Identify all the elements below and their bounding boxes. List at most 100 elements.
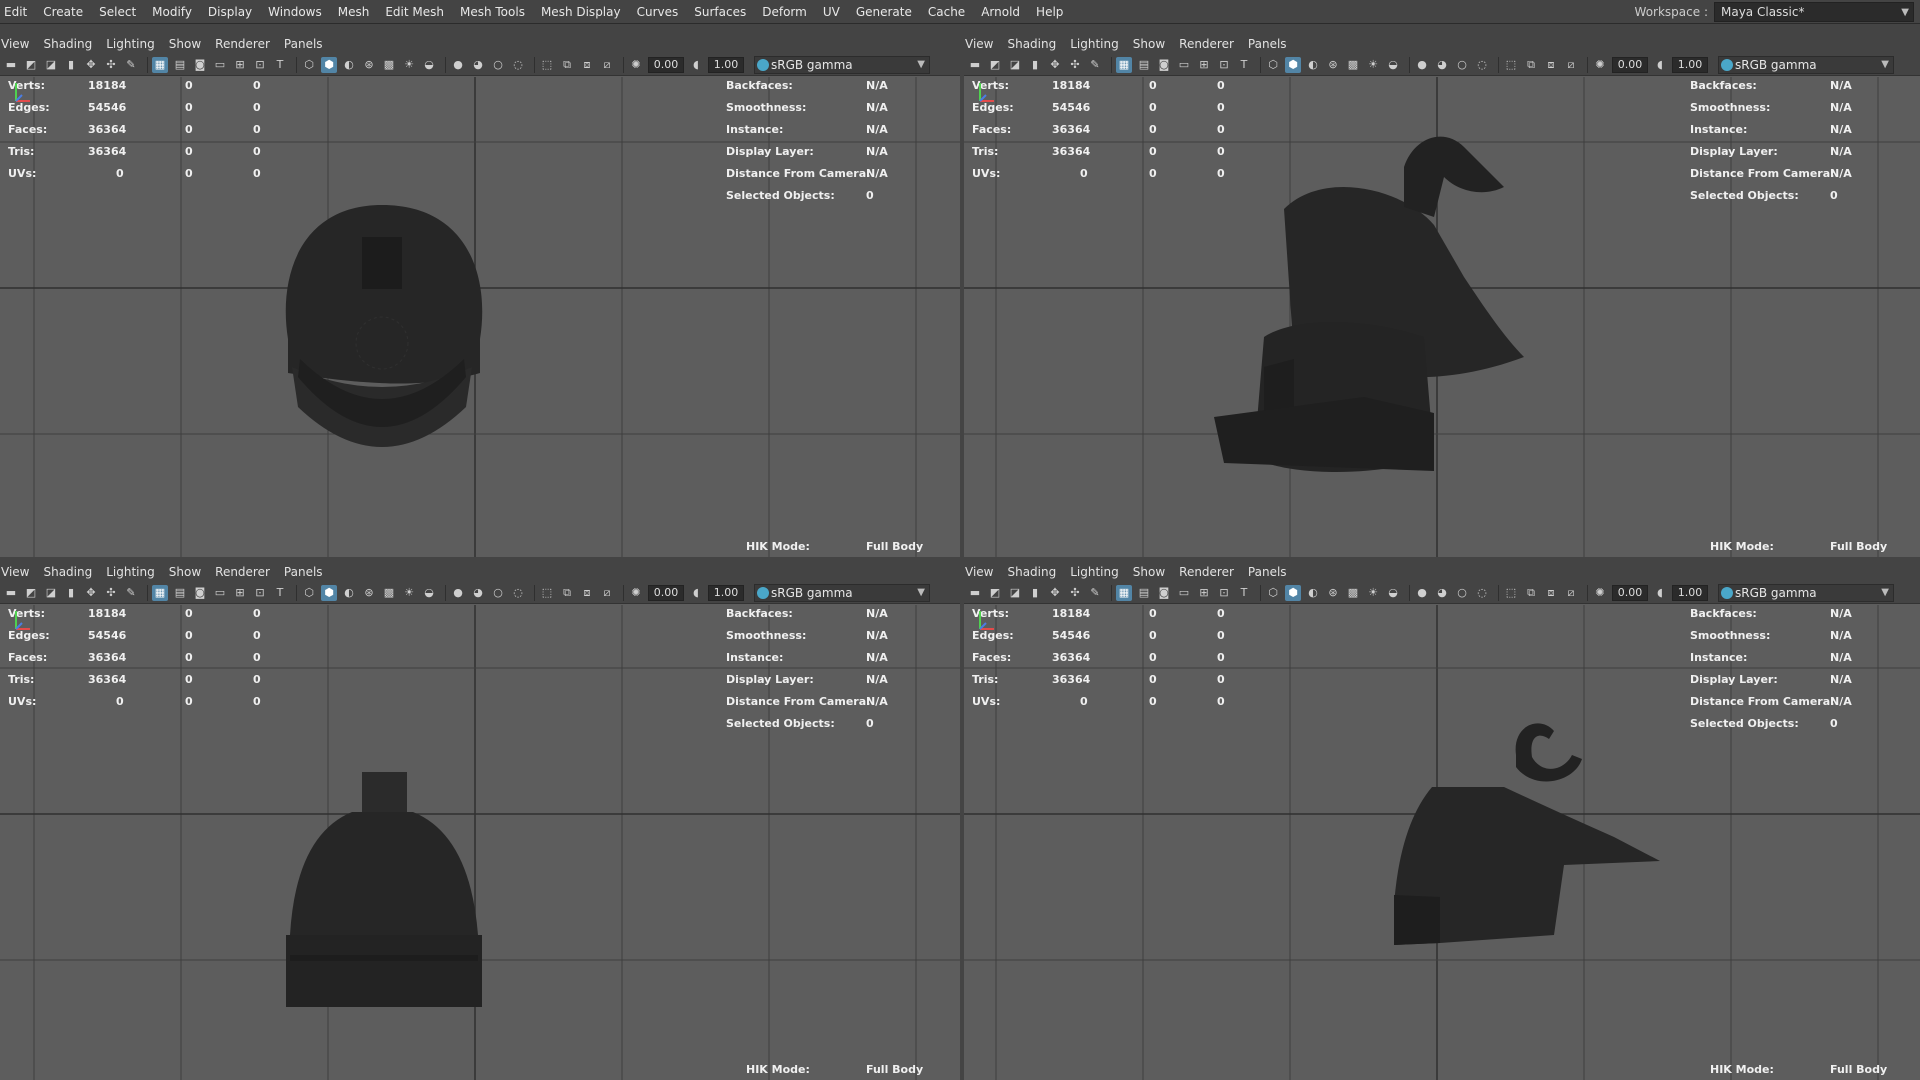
exposure-icon[interactable]: ✺ xyxy=(1592,585,1608,601)
wireframe-icon[interactable]: ⬡ xyxy=(301,57,317,73)
smooth-shade-icon[interactable]: ⬢ xyxy=(321,584,337,601)
safe-action-icon[interactable]: ⊡ xyxy=(1216,585,1232,601)
menu-deform[interactable]: Deform xyxy=(754,5,815,19)
panel-menu-view[interactable]: View xyxy=(964,37,1000,51)
lights-icon[interactable]: ☀ xyxy=(401,57,417,73)
menu-curves[interactable]: Curves xyxy=(629,5,687,19)
ambient-occlusion-icon[interactable]: ● xyxy=(1414,585,1430,601)
panel-menu-panels[interactable]: Panels xyxy=(277,37,330,51)
panel-menu-view[interactable]: View xyxy=(0,37,36,51)
panel-menu-lighting[interactable]: Lighting xyxy=(1063,565,1126,579)
panel-menu-lighting[interactable]: Lighting xyxy=(99,565,162,579)
grease-pencil-icon[interactable]: ✎ xyxy=(123,57,139,73)
default-material-icon[interactable]: ◐ xyxy=(341,57,357,73)
grease-pencil-icon[interactable]: ✎ xyxy=(1087,57,1103,73)
wireframe-on-shaded-icon[interactable]: ⊛ xyxy=(1325,585,1341,601)
helmet-mesh[interactable] xyxy=(0,77,960,557)
film-gate-icon[interactable]: ▤ xyxy=(172,57,188,73)
image-plane-icon[interactable]: ✥ xyxy=(83,585,99,601)
menu-cache[interactable]: Cache xyxy=(920,5,973,19)
grid-icon[interactable]: ▦ xyxy=(1116,584,1132,601)
menu-uv[interactable]: UV xyxy=(815,5,848,19)
color-space-dropdown[interactable]: sRGB gamma ▼ xyxy=(1718,583,1894,602)
grease-pencil-icon[interactable]: ✎ xyxy=(1087,585,1103,601)
viewport-perspective[interactable]: View Shading Lighting Show Renderer Pane… xyxy=(964,34,1920,557)
bookmark-camera-icon[interactable]: ◪ xyxy=(1007,57,1023,73)
default-material-icon[interactable]: ◐ xyxy=(1305,57,1321,73)
wireframe-on-shaded-icon[interactable]: ⊛ xyxy=(361,585,377,601)
panel-menu-panels[interactable]: Panels xyxy=(1241,565,1294,579)
xray-active-icon[interactable]: ⧈ xyxy=(579,57,595,73)
menu-windows[interactable]: Windows xyxy=(260,5,330,19)
panel-menu-lighting[interactable]: Lighting xyxy=(99,37,162,51)
camera-attributes-icon[interactable]: ◩ xyxy=(23,585,39,601)
film-gate-icon[interactable]: ▤ xyxy=(172,585,188,601)
field-chart-icon[interactable]: ⊞ xyxy=(232,585,248,601)
safe-title-icon[interactable]: T xyxy=(272,585,288,601)
resolution-gate-icon[interactable]: ◙ xyxy=(1156,585,1172,601)
grease-pencil-icon[interactable]: ✎ xyxy=(123,585,139,601)
depth-of-field-icon[interactable]: ◌ xyxy=(1474,57,1490,73)
textured-icon[interactable]: ▩ xyxy=(1345,57,1361,73)
field-chart-icon[interactable]: ⊞ xyxy=(1196,585,1212,601)
select-camera-icon[interactable]: ▬ xyxy=(967,585,983,601)
anti-aliasing-icon[interactable]: ○ xyxy=(490,585,506,601)
anti-aliasing-icon[interactable]: ○ xyxy=(1454,57,1470,73)
panel-menu-show[interactable]: Show xyxy=(162,565,208,579)
default-material-icon[interactable]: ◐ xyxy=(1305,585,1321,601)
xray-active-icon[interactable]: ⧈ xyxy=(579,585,595,601)
film-gate-icon[interactable]: ▤ xyxy=(1136,585,1152,601)
ambient-occlusion-icon[interactable]: ● xyxy=(450,585,466,601)
gamma-input[interactable]: 1.00 xyxy=(708,56,744,73)
viewport-canvas[interactable]: Verts: 18184 0 0 Edges: 54546 0 0 Faces: 36364 0 0 T… xyxy=(0,605,960,1080)
safe-action-icon[interactable]: ⊡ xyxy=(252,585,268,601)
panel-menu-renderer[interactable]: Renderer xyxy=(1172,565,1241,579)
safe-title-icon[interactable]: T xyxy=(1236,57,1252,73)
safe-title-icon[interactable]: T xyxy=(272,57,288,73)
gamma-icon[interactable]: ◖ xyxy=(1652,585,1668,601)
helmet-shape[interactable] xyxy=(285,205,483,447)
color-space-dropdown[interactable]: sRGB gamma ▼ xyxy=(754,583,930,602)
exposure-input[interactable]: 0.00 xyxy=(1612,584,1648,601)
panel-menu-renderer[interactable]: Renderer xyxy=(1172,37,1241,51)
exposure-icon[interactable]: ✺ xyxy=(628,585,644,601)
bookmark-camera-icon[interactable]: ◪ xyxy=(43,585,59,601)
smooth-shade-icon[interactable]: ⬢ xyxy=(321,56,337,73)
helmet-shape[interactable] xyxy=(1394,723,1660,945)
lights-icon[interactable]: ☀ xyxy=(401,585,417,601)
viewport-front-lower[interactable]: View Shading Lighting Show Renderer Pane… xyxy=(0,562,960,1080)
bookmark-camera-icon[interactable]: ◪ xyxy=(43,57,59,73)
bookmark-icon[interactable]: ▮ xyxy=(1027,57,1043,73)
smooth-shade-icon[interactable]: ⬢ xyxy=(1285,56,1301,73)
2d-pan-zoom-icon[interactable]: ✣ xyxy=(1067,585,1083,601)
menu-mesh-display[interactable]: Mesh Display xyxy=(533,5,629,19)
select-camera-icon[interactable]: ▬ xyxy=(3,585,19,601)
select-camera-icon[interactable]: ▬ xyxy=(967,57,983,73)
xray-active-icon[interactable]: ⧈ xyxy=(1543,57,1559,73)
panel-menu-panels[interactable]: Panels xyxy=(1241,37,1294,51)
viewport-side[interactable]: View Shading Lighting Show Renderer Pane… xyxy=(964,562,1920,1080)
camera-attributes-icon[interactable]: ◩ xyxy=(23,57,39,73)
menu-mesh[interactable]: Mesh xyxy=(330,5,378,19)
panel-menu-renderer[interactable]: Renderer xyxy=(208,565,277,579)
camera-attributes-icon[interactable]: ◩ xyxy=(987,585,1003,601)
isolate-select-icon[interactable]: ⬚ xyxy=(539,57,555,73)
grid-icon[interactable]: ▦ xyxy=(1116,56,1132,73)
gamma-input[interactable]: 1.00 xyxy=(1672,584,1708,601)
viewport-canvas[interactable]: Verts: 18184 0 0 Edges: 54546 0 0 Faces: 36364 0 0 T… xyxy=(0,77,960,557)
workspace-dropdown[interactable]: Maya Classic* ▼ xyxy=(1714,2,1914,22)
bookmark-camera-icon[interactable]: ◪ xyxy=(1007,585,1023,601)
xray-icon[interactable]: ⧉ xyxy=(1523,585,1539,601)
safe-title-icon[interactable]: T xyxy=(1236,585,1252,601)
wireframe-icon[interactable]: ⬡ xyxy=(1265,57,1281,73)
gamma-icon[interactable]: ◖ xyxy=(1652,57,1668,73)
viewport-front[interactable]: View Shading Lighting Show Renderer Pane… xyxy=(0,34,960,557)
xray-joints-icon[interactable]: ⧄ xyxy=(1563,57,1579,73)
menu-mesh-tools[interactable]: Mesh Tools xyxy=(452,5,533,19)
panel-menu-shading[interactable]: Shading xyxy=(36,565,99,579)
panel-menu-shading[interactable]: Shading xyxy=(36,37,99,51)
camera-attributes-icon[interactable]: ◩ xyxy=(987,57,1003,73)
resolution-gate-icon[interactable]: ◙ xyxy=(192,585,208,601)
textured-icon[interactable]: ▩ xyxy=(1345,585,1361,601)
ambient-occlusion-icon[interactable]: ● xyxy=(450,57,466,73)
